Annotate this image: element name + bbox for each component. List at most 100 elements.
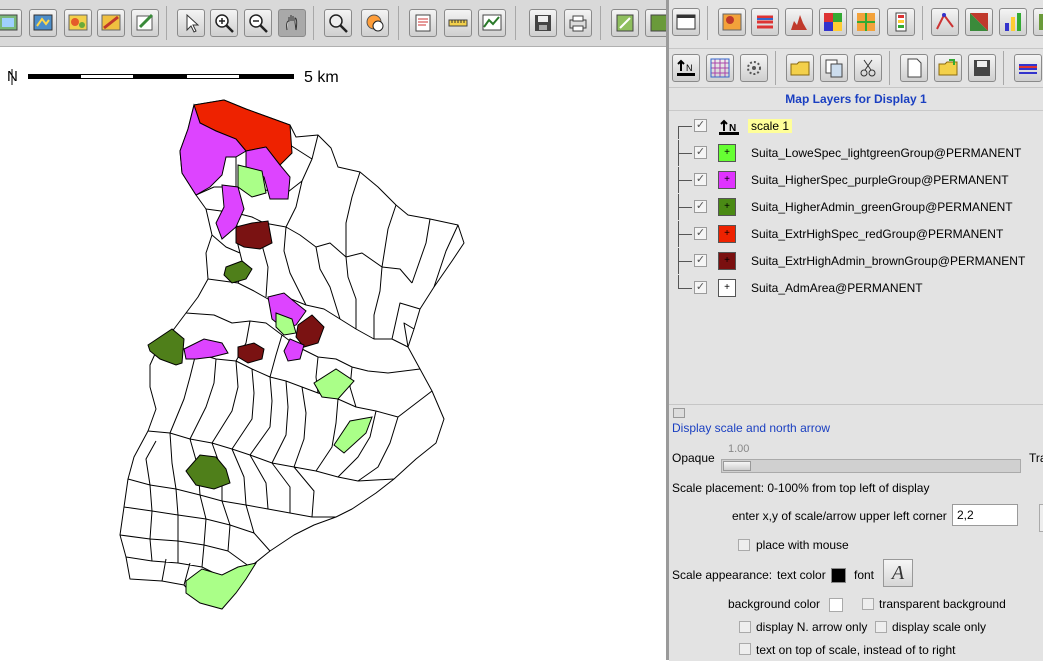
add-rgb-icon[interactable] — [819, 8, 847, 36]
layer-manager-toolbar-1 — [669, 0, 1043, 49]
layer-name[interactable]: Suita_AdmArea@PERMANENT — [751, 281, 923, 295]
render-map-icon[interactable] — [64, 9, 92, 37]
settings-icon[interactable] — [740, 54, 768, 82]
transparent-background-label: transparent background — [879, 597, 1006, 611]
layer-visibility-checkbox[interactable]: ✓ — [694, 254, 707, 267]
layer-name[interactable]: Suita_HigherSpec_purpleGroup@PERMANENT — [751, 173, 1009, 187]
layer-visibility-checkbox[interactable]: ✓ — [694, 200, 707, 213]
layer-visibility-checkbox[interactable]: ✓ — [694, 119, 707, 132]
map-canvas[interactable]: N 5 km — [0, 47, 666, 660]
display-icon[interactable] — [0, 9, 22, 37]
opacity-slider-track[interactable] — [721, 459, 1021, 473]
properties-section-title: Display scale and north arrow — [672, 421, 831, 435]
layer-name[interactable]: Suita_HigherAdmin_greenGroup@PERMANENT — [751, 200, 1013, 214]
text-on-top-label: text on top of scale, instead of to righ… — [756, 643, 956, 657]
background-color-label: background color — [728, 597, 821, 611]
font-chooser-button[interactable]: A — [883, 559, 913, 587]
background-color-swatch[interactable] — [829, 598, 843, 612]
layer-row[interactable]: ✓ + Suita_ExtrHighAdmin_brownGroup@PERMA… — [669, 248, 1043, 274]
opaque-label: Opaque — [672, 451, 715, 465]
add-legend-icon[interactable] — [887, 8, 915, 36]
place-with-mouse-label: place with mouse — [756, 538, 849, 552]
place-with-mouse-checkbox[interactable] — [738, 539, 750, 551]
pointer-icon[interactable] — [177, 9, 205, 37]
layer-manager-toolbar-2: N — [669, 49, 1043, 88]
layer-row[interactable]: ✓ + Suita_AdmArea@PERMANENT — [669, 275, 1043, 301]
analyze-icon[interactable] — [409, 9, 437, 37]
overlay-icon[interactable] — [131, 9, 159, 37]
layer-name[interactable]: Suita_ExtrHighSpec_redGroup@PERMANENT — [751, 227, 1003, 241]
pan-icon[interactable] — [278, 9, 306, 37]
add-histogram-icon[interactable] — [785, 8, 813, 36]
svg-text:N: N — [686, 63, 693, 73]
add-scale-icon[interactable]: N — [672, 54, 700, 82]
add-group-icon[interactable] — [786, 54, 814, 82]
layer-row[interactable]: ✓ + Suita_ExtrHighSpec_redGroup@PERMANEN… — [669, 221, 1043, 247]
layer-visibility-checkbox[interactable]: ✓ — [694, 146, 707, 159]
layer-visibility-checkbox[interactable]: ✓ — [694, 281, 707, 294]
zoom-out-icon[interactable] — [244, 9, 272, 37]
redraw-icon[interactable] — [29, 9, 57, 37]
add-raster-icon[interactable] — [718, 8, 746, 36]
query-icon[interactable] — [361, 9, 389, 37]
arrow-only-checkbox[interactable] — [739, 621, 751, 633]
open-workspace-icon[interactable] — [934, 54, 962, 82]
save-icon[interactable] — [529, 9, 557, 37]
layers-panel-title: Map Layers for Display 1 — [785, 92, 927, 106]
scale-only-label: display scale only — [892, 620, 987, 634]
scale-north-arrow-icon: N — [718, 117, 739, 135]
panel-resize-handle[interactable] — [673, 408, 685, 418]
layer-name[interactable]: scale 1 — [748, 119, 793, 133]
profile-icon[interactable] — [478, 9, 506, 37]
transparent-background-checkbox[interactable] — [862, 598, 874, 610]
layer-color-swatch: + — [718, 279, 736, 297]
layer-color-swatch: + — [718, 198, 736, 216]
opacity-slider-handle[interactable] — [723, 461, 751, 471]
layer-visibility-checkbox[interactable]: ✓ — [694, 227, 707, 240]
measure-icon[interactable] — [444, 9, 472, 37]
layer-color-swatch: + — [718, 225, 736, 243]
layer-row[interactable]: ✓ + Suita_HigherAdmin_greenGroup@PERMANE… — [669, 194, 1043, 220]
layer-name[interactable]: Suita_ExtrHighAdmin_brownGroup@PERMANENT — [751, 254, 1025, 268]
map-display-window: N 5 km — [0, 0, 673, 660]
save-workspace-icon[interactable] — [968, 54, 996, 82]
layer-row[interactable]: ✓ + Suita_LoweSpec_lightgreenGroup@PERMA… — [669, 140, 1043, 166]
scale-only-checkbox[interactable] — [875, 621, 887, 633]
text-color-swatch[interactable] — [831, 568, 846, 583]
new-display-icon[interactable] — [672, 8, 700, 36]
erase-icon[interactable] — [97, 9, 125, 37]
text-on-top-checkbox[interactable] — [739, 643, 751, 655]
layer-name[interactable]: Suita_LoweSpec_lightgreenGroup@PERMANENT — [751, 146, 1021, 160]
placement-label: Scale placement: 0-100% from top left of… — [672, 481, 930, 495]
add-chart-icon[interactable] — [999, 8, 1027, 36]
new-workspace-icon[interactable] — [900, 54, 928, 82]
gis-layer-manager: N Map Layers for Display 1 ✓ N scale 1 ✓… — [669, 0, 1043, 661]
suita-admin-map — [119, 99, 465, 610]
print-icon[interactable] — [564, 9, 592, 37]
layer-row[interactable]: ✓ + Suita_HigherSpec_purpleGroup@PERMANE… — [669, 167, 1043, 193]
cut-layer-icon[interactable] — [854, 54, 882, 82]
zoom-menu-icon[interactable] — [324, 9, 352, 37]
opacity-value: 1.00 — [728, 443, 750, 455]
nviz-icon[interactable] — [1014, 54, 1042, 82]
layer-visibility-checkbox[interactable]: ✓ — [694, 173, 707, 186]
add-thematic-icon[interactable] — [965, 8, 993, 36]
layer-properties-panel: Display scale and north arrow 1.00 Opaqu… — [669, 404, 1043, 661]
duplicate-layer-icon[interactable] — [820, 54, 848, 82]
xy-extra-button[interactable] — [1039, 504, 1043, 532]
add-more-icon[interactable] — [1033, 8, 1043, 36]
add-his-icon[interactable] — [852, 8, 880, 36]
layer-color-swatch: + — [718, 171, 736, 189]
add-vector-icon[interactable] — [931, 8, 959, 36]
layer-color-swatch: + — [718, 144, 736, 162]
layer-manager-icon[interactable] — [611, 9, 639, 37]
appearance-label: Scale appearance: — [672, 568, 773, 582]
xy-label: enter x,y of scale/arrow upper left corn… — [732, 509, 947, 523]
transparent-label: Tra — [1029, 451, 1043, 465]
layer-row[interactable]: ✓ N scale 1 — [669, 113, 1043, 139]
add-multiple-rasters-icon[interactable] — [751, 8, 779, 36]
layer-color-swatch: + — [718, 252, 736, 270]
add-grid-icon[interactable] — [706, 54, 734, 82]
xy-input[interactable]: 2,2 — [952, 504, 1018, 526]
zoom-in-icon[interactable] — [210, 9, 238, 37]
